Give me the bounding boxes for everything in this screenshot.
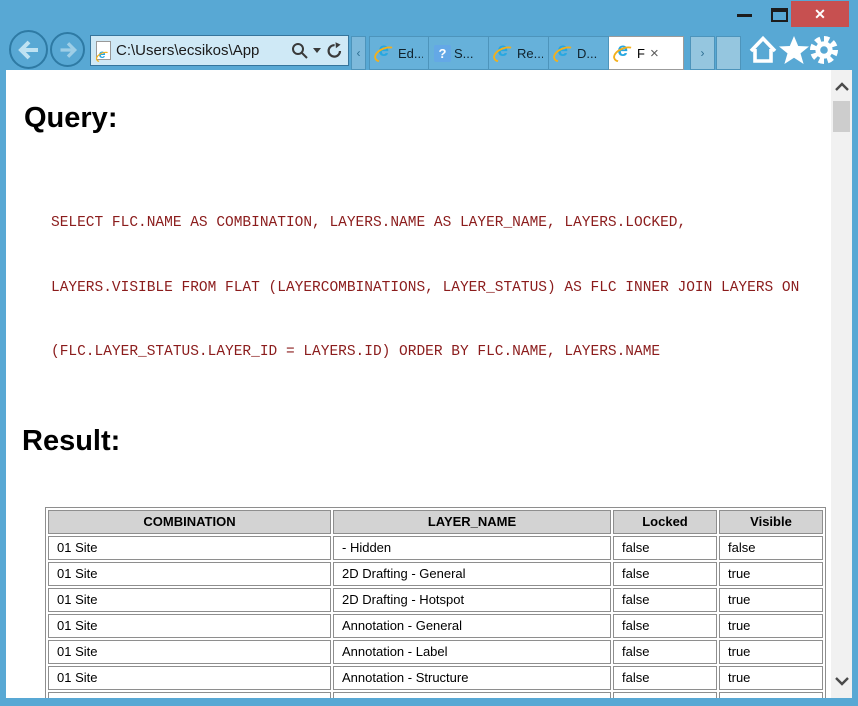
forward-button[interactable] xyxy=(50,32,85,67)
table-cell: false xyxy=(719,535,823,560)
column-header-visible: Visible xyxy=(719,509,823,534)
page-content: Query: SELECT FLC.NAME AS COMBINATION, L… xyxy=(6,70,831,698)
tab-label: D... xyxy=(577,45,598,61)
table-cell: false xyxy=(613,613,717,638)
table-cell: true xyxy=(719,587,823,612)
tab-1[interactable]: Ed... xyxy=(369,36,429,70)
table-row: 01 Site 2D Drafting - General false true xyxy=(48,561,823,586)
title-bar[interactable]: ✕ xyxy=(0,0,858,30)
table-cell: 01 Site xyxy=(48,535,331,560)
table-header-row: COMBINATION LAYER_NAME Locked Visible xyxy=(48,509,823,534)
sql-line: SELECT FLC.NAME AS COMBINATION, LAYERS.N… xyxy=(51,215,687,231)
table-cell: true xyxy=(719,665,823,690)
table-cell: false xyxy=(613,639,717,664)
result-table-body: 01 Site - Hidden false false 01 Site 2D Draft… xyxy=(48,535,823,698)
table-cell: true xyxy=(719,613,823,638)
table-cell: true xyxy=(719,691,823,698)
browser-toolbar: C:\Users\ecsikos\App ‹ Ed... ? S... xyxy=(6,30,852,70)
table-cell: Annotation - Structure xyxy=(333,665,611,690)
tab-close-icon[interactable]: × xyxy=(650,45,659,62)
table-cell: Annotation - General xyxy=(333,613,611,638)
back-arrow-icon xyxy=(17,40,38,59)
query-heading: Query: xyxy=(24,102,118,134)
ie-logo-icon xyxy=(495,40,514,63)
table-cell: false xyxy=(613,665,717,690)
table-cell: - Hidden xyxy=(333,535,611,560)
column-header-combination: COMBINATION xyxy=(48,509,331,534)
table-cell: 01 Site xyxy=(48,665,331,690)
table-cell: false xyxy=(613,691,717,698)
table-cell: false xyxy=(613,535,717,560)
vertical-scrollbar[interactable] xyxy=(831,70,852,698)
page-favicon-icon xyxy=(96,41,111,62)
table-cell: Annotation - Label xyxy=(333,639,611,664)
sql-line: (FLC.LAYER_STATUS.LAYER_ID = LAYERS.ID) … xyxy=(51,344,661,360)
result-heading: Result: xyxy=(22,424,121,457)
tab-label: S... xyxy=(454,45,474,61)
search-icon[interactable] xyxy=(291,42,308,59)
tab-label: F xyxy=(637,45,645,61)
sql-line: LAYERS.VISIBLE FROM FLAT (LAYERCOMBINATI… xyxy=(51,279,800,296)
tab-label: Ed... xyxy=(398,45,423,61)
table-row: 01 Site - Hidden false false xyxy=(48,535,823,560)
ie-logo-icon xyxy=(615,40,634,63)
table-cell: 2D Drafting - General xyxy=(333,561,611,586)
tab-5-active[interactable]: F × xyxy=(609,36,684,70)
table-cell: false xyxy=(613,561,717,586)
new-tab-area[interactable] xyxy=(716,36,741,70)
ie-logo-icon xyxy=(97,47,109,62)
refresh-icon[interactable] xyxy=(326,42,343,59)
table-cell: 01 Site xyxy=(48,561,331,586)
tab-strip: Ed... ? S... Re... D... F × xyxy=(369,36,684,70)
table-cell: 01 Site xyxy=(48,613,331,638)
result-table: COMBINATION LAYER_NAME Locked Visible 01… xyxy=(45,506,826,698)
ie-logo-icon xyxy=(376,40,395,63)
sql-query-text: SELECT FLC.NAME AS COMBINATION, LAYERS.N… xyxy=(51,170,831,407)
settings-gear-icon[interactable] xyxy=(808,34,840,66)
table-cell: true xyxy=(719,561,823,586)
close-button[interactable]: ✕ xyxy=(791,1,849,27)
table-cell: true xyxy=(719,639,823,664)
ie-logo-icon xyxy=(555,40,574,63)
address-url[interactable]: C:\Users\ecsikos\App xyxy=(116,42,286,59)
address-dropdown-icon[interactable] xyxy=(313,48,321,53)
minimize-icon[interactable] xyxy=(737,14,752,17)
table-cell: 01 Site xyxy=(48,639,331,664)
column-header-locked: Locked xyxy=(613,509,717,534)
back-button[interactable] xyxy=(9,30,48,69)
tab-scroll-left-icon[interactable]: ‹ xyxy=(351,36,366,70)
table-row: 01 Site Annotation - Structure false true xyxy=(48,665,823,690)
table-cell: 01 Site xyxy=(48,587,331,612)
scrollbar-thumb[interactable] xyxy=(833,101,850,132)
column-header-layer-name: LAYER_NAME xyxy=(333,509,611,534)
browser-window: ✕ C:\Users\ecsikos\App xyxy=(0,0,858,706)
table-row: 01 Site Annotation - Label false true xyxy=(48,639,823,664)
home-icon[interactable] xyxy=(747,34,779,66)
table-cell: 2D Drafting - Hotspot xyxy=(333,587,611,612)
p-favicon-icon: ? xyxy=(434,44,451,62)
tab-3[interactable]: Re... xyxy=(489,36,549,70)
tab-scroll-right-icon[interactable]: › xyxy=(690,36,715,70)
tab-label: Re... xyxy=(517,45,543,61)
tab-2[interactable]: ? S... xyxy=(429,36,489,70)
table-cell: false xyxy=(613,587,717,612)
table-row: 01 SiteAnnotation - Textfalsetrue xyxy=(48,691,823,698)
table-row: 01 Site 2D Drafting - Hotspot false true xyxy=(48,587,823,612)
scroll-down-icon[interactable] xyxy=(831,670,852,692)
favorites-star-icon[interactable] xyxy=(778,34,810,66)
table-cell: 01 Site xyxy=(48,691,331,698)
forward-arrow-icon xyxy=(60,41,77,58)
table-cell: Annotation - Text xyxy=(333,691,611,698)
maximize-icon[interactable] xyxy=(771,8,788,22)
tab-4[interactable]: D... xyxy=(549,36,609,70)
address-bar[interactable]: C:\Users\ecsikos\App xyxy=(90,35,349,66)
table-row: 01 Site Annotation - General false true xyxy=(48,613,823,638)
scroll-up-icon[interactable] xyxy=(831,76,852,98)
close-icon: ✕ xyxy=(814,5,826,22)
